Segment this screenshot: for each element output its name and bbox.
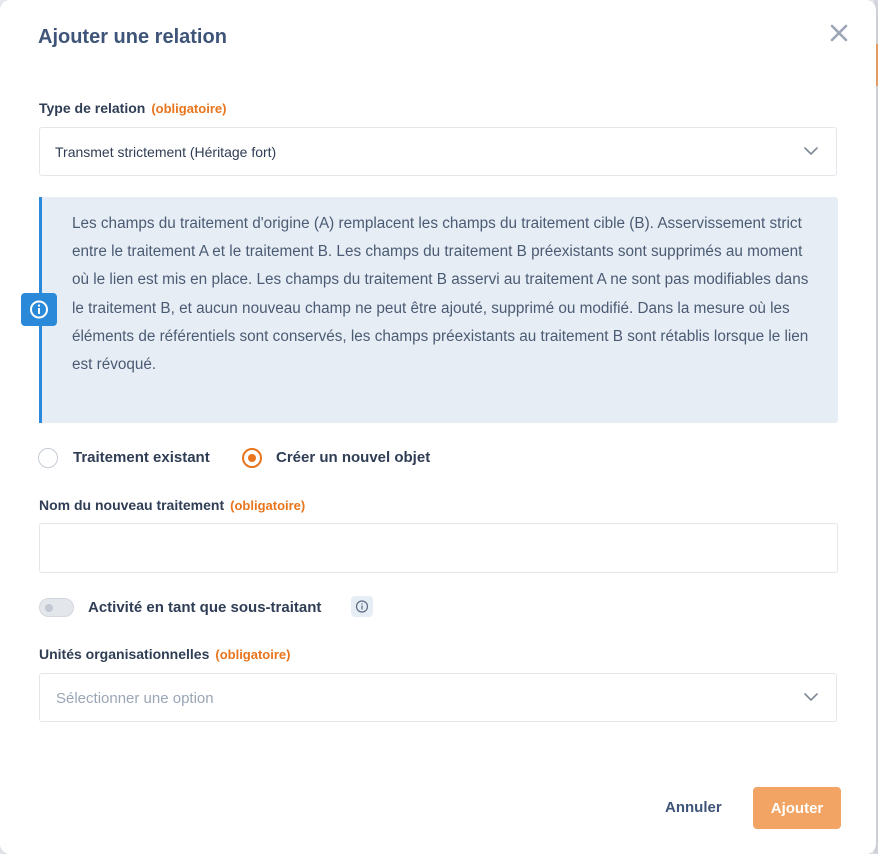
new-name-label-text: Nom du nouveau traitement	[39, 497, 225, 513]
info-icon	[30, 300, 48, 319]
radio-existing-label[interactable]: Traitement existant	[73, 449, 210, 466]
add-button[interactable]: Ajouter	[753, 787, 841, 829]
relation-type-label-text: Type de relation	[39, 100, 146, 116]
new-name-label: Nom du nouveau traitement (obligatoire)	[39, 497, 305, 513]
cancel-button[interactable]: Annuler	[665, 799, 722, 816]
toggle-knob	[45, 604, 53, 612]
relation-type-label: Type de relation (obligatoire)	[39, 100, 226, 116]
org-units-label: Unités organisationnelles (obligatoire)	[39, 646, 290, 662]
relation-type-value: Transmet strictement (Héritage fort)	[55, 144, 277, 160]
relation-info-box: Les champs du traitement d'origine (A) r…	[39, 197, 838, 423]
radio-new-object[interactable]	[242, 448, 262, 468]
radio-new-label[interactable]: Créer un nouvel objet	[276, 449, 430, 466]
add-relation-dialog: Ajouter une relation Type de relation (ob…	[0, 0, 876, 854]
org-units-select[interactable]: Sélectionner une option	[39, 673, 837, 722]
info-badge	[21, 293, 57, 326]
chevron-down-icon	[804, 147, 818, 155]
subcontractor-label: Activité en tant que sous-traitant	[88, 599, 322, 616]
close-icon	[830, 24, 848, 42]
required-marker: (obligatoire)	[151, 101, 227, 116]
required-marker: (obligatoire)	[230, 498, 306, 513]
info-icon	[355, 600, 369, 613]
org-units-label-text: Unités organisationnelles	[39, 646, 210, 662]
dialog-title: Ajouter une relation	[38, 26, 227, 48]
new-treatment-name-input[interactable]	[39, 523, 838, 573]
org-units-placeholder: Sélectionner une option	[56, 690, 214, 707]
subcontractor-toggle[interactable]	[39, 598, 74, 617]
relation-info-text: Les champs du traitement d'origine (A) r…	[72, 215, 809, 374]
relation-type-select[interactable]: Transmet strictement (Héritage fort)	[39, 127, 837, 176]
subcontractor-info-button[interactable]	[351, 596, 373, 617]
required-marker: (obligatoire)	[215, 647, 291, 662]
chevron-down-icon	[804, 693, 818, 701]
radio-existing-treatment[interactable]	[38, 448, 58, 468]
close-button[interactable]	[826, 20, 852, 46]
